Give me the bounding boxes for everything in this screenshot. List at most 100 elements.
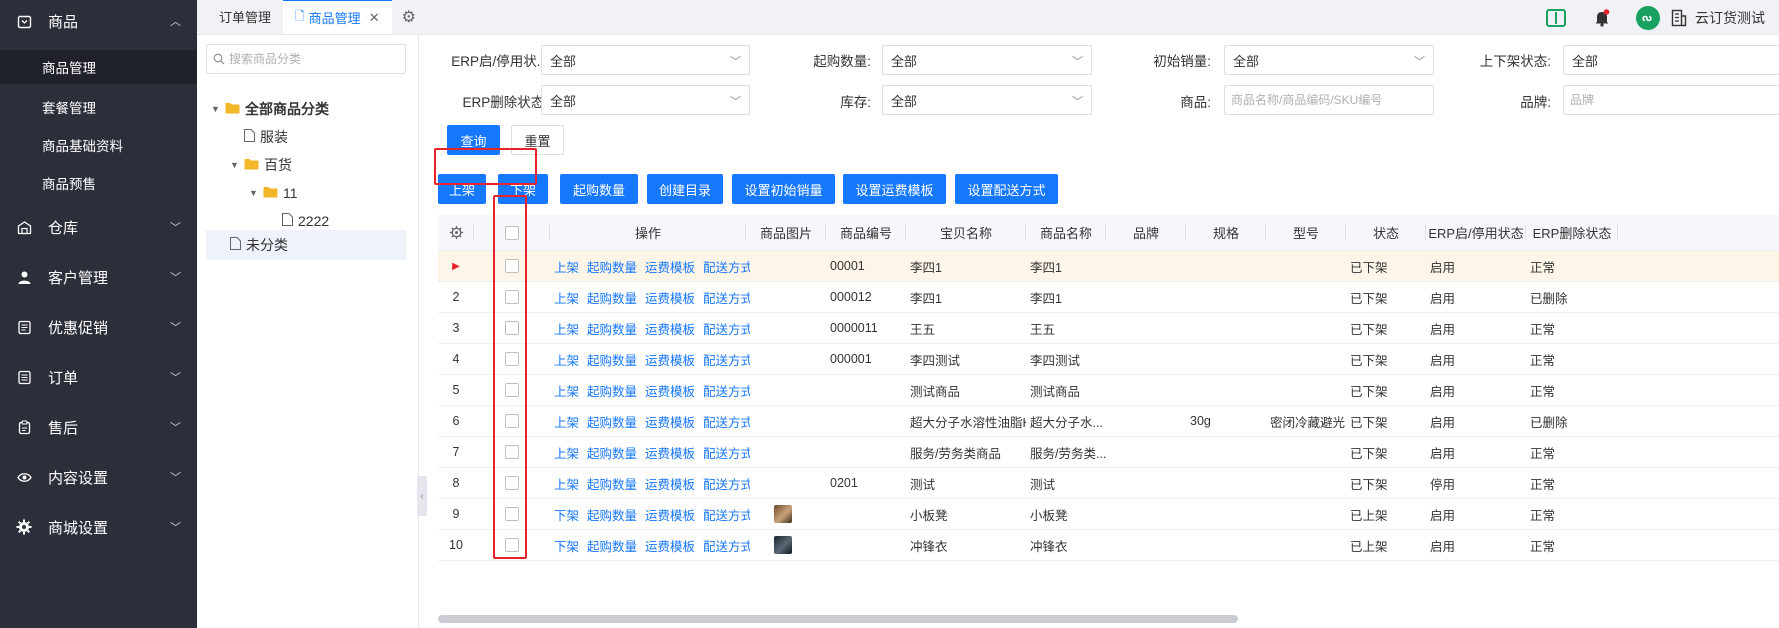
row-delivery-link[interactable]: 配送方式: [703, 536, 750, 555]
shelf-status-select[interactable]: 全部: [1563, 45, 1779, 75]
row-shipping-template-link[interactable]: 运费模板: [645, 381, 695, 400]
tab-order-management[interactable]: 订单管理: [207, 0, 283, 34]
table-row[interactable]: 3 上架 起购数量 运费模板 配送方式 0000011 王五 王五 已下架 启用 正常: [438, 313, 1779, 344]
row-checkbox[interactable]: [505, 507, 519, 521]
row-shipping-template-link[interactable]: 运费模板: [645, 536, 695, 555]
row-shipping-template-link[interactable]: 运费模板: [645, 288, 695, 307]
table-row[interactable]: 7 上架 起购数量 运费模板 配送方式 服务/劳务类商品 服务/劳务类... 已下架 启用 正常: [438, 437, 1779, 468]
column-settings-icon[interactable]: [438, 215, 474, 250]
table-row[interactable]: 5 上架 起购数量 运费模板 配送方式 测试商品 测试商品 已下架 启用 正常: [438, 375, 1779, 406]
row-shipping-template-link[interactable]: 运费模板: [645, 319, 695, 338]
product-search-input[interactable]: [1224, 85, 1434, 115]
row-min-qty-link[interactable]: 起购数量: [587, 257, 637, 276]
row-delivery-link[interactable]: 配送方式: [703, 288, 750, 307]
close-icon[interactable]: ✕: [369, 10, 380, 26]
select-all-checkbox[interactable]: [505, 225, 519, 240]
product-thumbnail[interactable]: [774, 536, 792, 554]
set-init-sales-button[interactable]: 设置初始销量: [732, 174, 835, 204]
shop-switcher[interactable]: 云订货测试: [1671, 8, 1779, 28]
row-shipping-template-link[interactable]: 运费模板: [645, 257, 695, 276]
on-shelf-button[interactable]: 上架: [438, 174, 486, 204]
row-min-qty-link[interactable]: 起购数量: [587, 319, 637, 338]
row-min-qty-link[interactable]: 起购数量: [587, 474, 637, 493]
tree-node-uncategorized[interactable]: 未分类: [206, 230, 406, 260]
row-delivery-link[interactable]: 配送方式: [703, 443, 750, 462]
nav-group-product[interactable]: 商品 ︿: [0, 0, 197, 42]
row-min-qty-link[interactable]: 起购数量: [587, 381, 637, 400]
init-sales-select[interactable]: 全部 ﹀: [1224, 45, 1434, 75]
nav-item-package-management[interactable]: 套餐管理: [0, 88, 197, 126]
collapse-panel-handle[interactable]: ‹: [417, 476, 427, 516]
tree-node-clothing[interactable]: 服装: [230, 123, 410, 151]
reset-button[interactable]: 重置: [511, 125, 564, 155]
row-checkbox[interactable]: [505, 383, 519, 397]
horizontal-scrollbar[interactable]: [438, 615, 1238, 623]
tree-node-general-goods[interactable]: ▼ 百货: [230, 151, 410, 179]
nav-group-content-settings[interactable]: 内容设置 ﹀: [0, 452, 197, 502]
table-row[interactable]: 10 下架 起购数量 运费模板 配送方式 冲锋衣 冲锋衣 已上架 启用 正常: [438, 530, 1779, 561]
notification-bell-icon[interactable]: [1579, 0, 1625, 35]
create-catalog-button[interactable]: 创建目录: [647, 174, 723, 204]
row-min-qty-link[interactable]: 起购数量: [587, 505, 637, 524]
row-min-qty-link[interactable]: 起购数量: [587, 412, 637, 431]
row-shipping-template-link[interactable]: 运费模板: [645, 350, 695, 369]
query-button[interactable]: 查询: [447, 125, 500, 155]
row-shelf-link[interactable]: 上架: [554, 257, 579, 276]
row-shelf-link[interactable]: 上架: [554, 474, 579, 493]
guide-book-icon[interactable]: [1533, 0, 1579, 35]
min-qty-button[interactable]: 起购数量: [560, 174, 638, 204]
min-qty-select[interactable]: 全部 ﹀: [882, 45, 1092, 75]
row-shelf-link[interactable]: 上架: [554, 381, 579, 400]
table-row[interactable]: 8 上架 起购数量 运费模板 配送方式 0201 测试 测试 已下架 停用 正常: [438, 468, 1779, 499]
row-shelf-link[interactable]: 上架: [554, 443, 579, 462]
table-row[interactable]: 9 下架 起购数量 运费模板 配送方式 小板凳 小板凳 已上架 启用 正常: [438, 499, 1779, 530]
nav-group-mall-settings[interactable]: 商城设置 ﹀: [0, 502, 197, 552]
row-shelf-link[interactable]: 下架: [554, 536, 579, 555]
brand-input[interactable]: [1563, 85, 1779, 115]
row-checkbox[interactable]: [505, 414, 519, 428]
nav-group-customer[interactable]: 客户管理 ﹀: [0, 252, 197, 302]
nav-item-product-presale[interactable]: 商品预售: [0, 164, 197, 202]
tab-settings-gear-icon[interactable]: ⚙: [392, 0, 426, 34]
table-row[interactable]: ▶ 上架 起购数量 运费模板 配送方式 00001 李四1 李四1 已下架 启用 正常: [438, 251, 1779, 282]
erp-status-select[interactable]: 全部 ﹀: [541, 45, 750, 75]
row-checkbox[interactable]: [505, 321, 519, 335]
nav-group-promotion[interactable]: 优惠促销 ﹀: [0, 302, 197, 352]
row-delivery-link[interactable]: 配送方式: [703, 505, 750, 524]
tree-node-11[interactable]: ▼ 11: [249, 179, 409, 207]
row-min-qty-link[interactable]: 起购数量: [587, 288, 637, 307]
table-row[interactable]: 4 上架 起购数量 运费模板 配送方式 000001 李四测试 李四测试 已下架 启用 正常: [438, 344, 1779, 375]
erp-delete-select[interactable]: 全部 ﹀: [541, 85, 750, 115]
tab-product-management[interactable]: 🗋 商品管理 ✕: [283, 0, 392, 34]
set-delivery-button[interactable]: 设置配送方式: [955, 174, 1058, 204]
row-checkbox[interactable]: [505, 476, 519, 490]
category-search-box[interactable]: [206, 44, 406, 74]
row-delivery-link[interactable]: 配送方式: [703, 474, 750, 493]
table-row[interactable]: 6 上架起购数量运费模板配送方式 超大分子水溶性油脂KG 超大分子水... 30g 密闭冷…: [438, 406, 1779, 437]
row-min-qty-link[interactable]: 起购数量: [587, 536, 637, 555]
table-row[interactable]: 2 上架 起购数量 运费模板 配送方式 000012 李四1 李四1 已下架 启用 已删除: [438, 282, 1779, 313]
row-delivery-link[interactable]: 配送方式: [703, 412, 750, 431]
row-checkbox[interactable]: [505, 445, 519, 459]
row-shelf-link[interactable]: 下架: [554, 505, 579, 524]
row-shipping-template-link[interactable]: 运费模板: [645, 443, 695, 462]
nav-item-product-management[interactable]: 商品管理: [0, 50, 197, 84]
row-shelf-link[interactable]: 上架: [554, 288, 579, 307]
row-shipping-template-link[interactable]: 运费模板: [645, 505, 695, 524]
set-shipping-template-button[interactable]: 设置运费模板: [843, 174, 946, 204]
row-checkbox[interactable]: [505, 538, 519, 552]
category-search-input[interactable]: [229, 52, 399, 66]
nav-group-after-sale[interactable]: 售后 ﹀: [0, 402, 197, 452]
row-checkbox[interactable]: [505, 259, 519, 273]
row-shelf-link[interactable]: 上架: [554, 350, 579, 369]
mini-program-icon[interactable]: [1625, 0, 1671, 35]
off-shelf-button[interactable]: 下架: [498, 174, 548, 204]
tree-node-all-categories[interactable]: ▼ 全部商品分类: [211, 95, 411, 123]
row-delivery-link[interactable]: 配送方式: [703, 350, 750, 369]
row-delivery-link[interactable]: 配送方式: [703, 257, 750, 276]
product-thumbnail[interactable]: [774, 505, 792, 523]
row-shipping-template-link[interactable]: 运费模板: [645, 474, 695, 493]
nav-item-product-basic-data[interactable]: 商品基础资料: [0, 126, 197, 164]
row-checkbox[interactable]: [505, 290, 519, 304]
row-min-qty-link[interactable]: 起购数量: [587, 350, 637, 369]
